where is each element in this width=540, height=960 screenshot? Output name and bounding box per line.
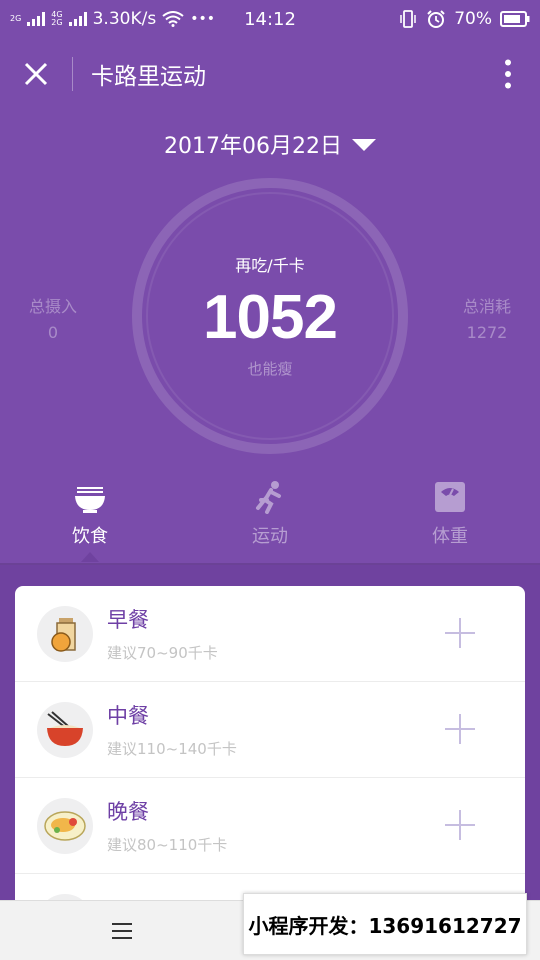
tab-diet-label: 饮食 — [72, 526, 108, 547]
tab-divider — [0, 563, 540, 565]
breakfast-icon — [37, 605, 93, 662]
meal-hint-dinner: 建议80~110千卡 — [107, 836, 228, 854]
network-2g-label: 2G — [10, 14, 22, 23]
battery-percent: 70% — [454, 9, 492, 29]
dinner-icon — [37, 797, 93, 854]
title-divider — [72, 57, 73, 91]
page-title: 卡路里运动 — [91, 64, 206, 90]
network-4g-label: 4G 2G — [51, 10, 63, 27]
phone-vibrate-icon — [400, 10, 416, 28]
battery-icon — [500, 11, 530, 27]
more-button[interactable] — [476, 38, 540, 110]
remaining-label: 再吃/千卡 — [235, 256, 305, 275]
promo-banner: 小程序开发：13691612727 — [243, 893, 527, 955]
tab-weight-label: 体重 — [432, 526, 468, 547]
remaining-sub: 也能瘦 — [247, 360, 293, 378]
status-right: 70% — [398, 9, 530, 29]
add-dinner-button[interactable] — [443, 808, 477, 842]
total-intake-label: 总摄入 — [28, 297, 77, 316]
running-icon — [253, 480, 287, 514]
title-bar: 卡路里运动 — [0, 38, 540, 110]
alarm-icon — [427, 10, 445, 28]
total-intake-value: 0 — [47, 323, 59, 342]
scale-icon — [433, 480, 467, 514]
meal-text-breakfast: 早餐 建议70~90千卡 — [107, 604, 218, 663]
status-left: 2G 4G 2G 3.30K/s ••• — [10, 9, 215, 29]
meal-hint-lunch: 建议110~140千卡 — [107, 740, 237, 758]
wifi-icon — [162, 11, 184, 27]
meal-name-dinner: 晚餐 — [107, 800, 149, 824]
tab-weight[interactable]: 体重 — [360, 480, 540, 564]
close-button[interactable] — [0, 38, 72, 110]
lunch-icon — [37, 701, 93, 758]
signal-icon-2 — [68, 12, 87, 26]
tab-exercise[interactable]: 运动 — [180, 480, 360, 564]
total-burn: 总消耗 1272 — [437, 294, 537, 346]
meal-name-breakfast: 早餐 — [107, 608, 149, 632]
add-breakfast-button[interactable] — [443, 616, 477, 650]
total-burn-label: 总消耗 — [462, 297, 511, 316]
more-dots: ••• — [190, 11, 215, 27]
meal-row-lunch[interactable]: 中餐 建议110~140千卡 — [15, 682, 525, 778]
meal-card: 早餐 建议70~90千卡 中餐 建议110~140千卡 晚餐 建议80~110千… — [15, 586, 525, 916]
total-intake: 总摄入 0 — [3, 294, 103, 346]
more-vertical-icon — [505, 59, 511, 89]
meal-text-lunch: 中餐 建议110~140千卡 — [107, 700, 237, 759]
tab-exercise-label: 运动 — [252, 526, 288, 547]
total-burn-value: 1272 — [466, 323, 508, 342]
network-speed: 3.30K/s — [92, 9, 157, 29]
signal-icon — [27, 12, 46, 26]
add-lunch-button[interactable] — [443, 712, 477, 746]
status-bar: 2G 4G 2G 3.30K/s ••• 14:12 70% — [0, 0, 540, 38]
close-icon — [24, 62, 48, 86]
menu-button[interactable] — [100, 915, 144, 947]
date-selector[interactable]: 2017年06月22日 — [0, 124, 540, 164]
active-tab-caret — [81, 552, 99, 562]
meal-name-lunch: 中餐 — [107, 704, 149, 728]
bowl-icon — [73, 480, 107, 514]
dropdown-triangle-icon — [351, 139, 376, 151]
meal-hint-breakfast: 建议70~90千卡 — [107, 644, 218, 662]
meal-row-breakfast[interactable]: 早餐 建议70~90千卡 — [15, 586, 525, 682]
date-label: 2017年06月22日 — [164, 134, 342, 159]
meal-row-dinner[interactable]: 晚餐 建议80~110千卡 — [15, 778, 525, 874]
meal-text-dinner: 晚餐 建议80~110千卡 — [107, 796, 227, 855]
